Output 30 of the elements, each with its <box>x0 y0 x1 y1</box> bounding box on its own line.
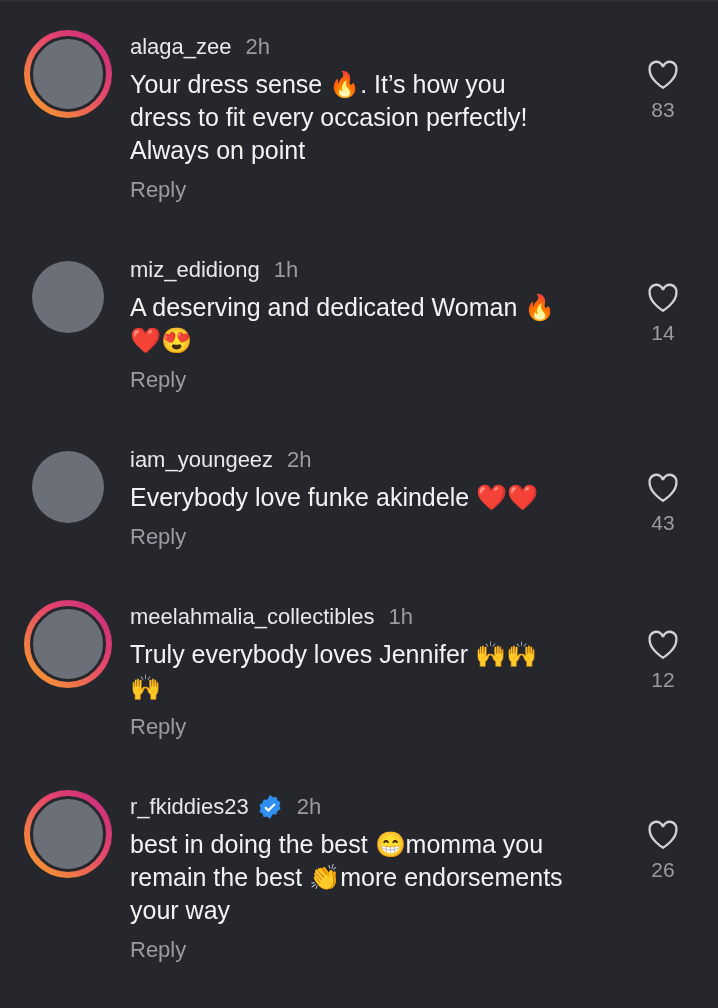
username[interactable]: miz_edidiong <box>130 257 260 283</box>
comment-time: 1h <box>273 257 299 283</box>
like-count: 26 <box>651 858 675 882</box>
heart-icon[interactable] <box>647 60 679 90</box>
username[interactable]: r_fkiddies23 <box>130 794 249 820</box>
comment-text: best in doing the best 😁momma you remain the best 👏more endorsements your way <box>130 829 564 926</box>
like-count: 83 <box>651 98 675 122</box>
reply-button[interactable]: Reply <box>130 937 187 963</box>
heart-icon[interactable] <box>647 473 679 503</box>
like-count: 12 <box>651 668 675 692</box>
heart-icon[interactable] <box>647 283 679 313</box>
reply-button[interactable]: Reply <box>130 714 187 740</box>
like-count: 43 <box>651 511 675 535</box>
comment-time: 2h <box>287 447 312 473</box>
comment-time: 2h <box>245 34 271 60</box>
heart-icon[interactable] <box>647 820 679 850</box>
comment-time: 2h <box>296 794 322 820</box>
comment-text: A deserving and dedicated Woman 🔥❤😍 <box>130 292 557 356</box>
reply-button[interactable]: Reply <box>130 367 187 393</box>
username[interactable]: meelahmalia_collectibles <box>130 604 375 630</box>
comment-time: 1h <box>388 604 414 630</box>
comment-text: Everybody love funke akindele ❤❤ <box>130 482 540 513</box>
username[interactable]: alaga_zee <box>130 34 232 60</box>
like-count: 14 <box>651 321 675 345</box>
reply-button[interactable]: Reply <box>130 524 187 550</box>
username[interactable]: iam_youngeez <box>130 447 274 473</box>
reply-button[interactable]: Reply <box>130 177 187 203</box>
heart-icon[interactable] <box>647 630 679 660</box>
comment-text: Truly everybody loves Jennifer 🙌🙌 🙌 <box>130 639 539 703</box>
comment-text: Your dress sense 🔥. It’s how you dress to fit every occasion perfectly! Always on point <box>130 69 529 166</box>
